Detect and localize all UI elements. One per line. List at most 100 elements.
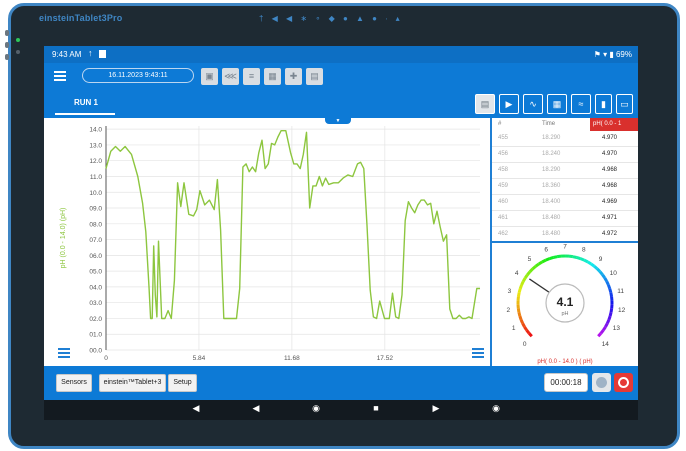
gauge-arc-segment: [521, 277, 527, 283]
x-tick-label: 17.52: [377, 355, 394, 362]
recents-icon[interactable]: ■: [369, 403, 383, 413]
gauge-arc-segment: [602, 326, 607, 332]
gauge-scale-label: 14: [602, 341, 610, 348]
cell-time: 18.240: [542, 151, 561, 157]
device-button[interactable]: einstein™Tablet+3: [99, 374, 166, 392]
gauge-arc-segment: [605, 319, 611, 324]
x-tick-label: 11.68: [284, 355, 300, 362]
y-tick-label: 01.0: [89, 332, 102, 339]
gauge-arc-segment: [541, 258, 547, 264]
y-tick-label: 11.0: [90, 174, 103, 181]
gauge-arc-segment: [528, 267, 534, 273]
meter-view-button[interactable]: ▤: [475, 94, 495, 114]
status-bar: 9:43 AM ↑ ⚑ ▾ ▮ 69%: [44, 46, 638, 63]
gauge-arc-segment: [609, 308, 614, 313]
gauge-scale-label: 13: [613, 325, 621, 332]
document-view-button[interactable]: ▭: [616, 94, 633, 114]
wifi-view-button[interactable]: ≈: [571, 94, 591, 114]
y-tick-label: 02.0: [89, 316, 102, 323]
cell-time: 18.480: [542, 231, 561, 237]
save-button[interactable]: ▣: [201, 68, 218, 85]
graph-view-button[interactable]: ∿: [523, 94, 543, 114]
gauge-arc-segment: [605, 280, 610, 286]
status-leds: [16, 38, 24, 62]
cell-index: 461: [498, 215, 509, 221]
gauge-arc-segment: [523, 326, 528, 332]
record-off-button[interactable]: [592, 373, 611, 392]
export-button[interactable]: ▦: [264, 68, 281, 85]
gauge-arc-segment: [534, 262, 540, 268]
sensors-button[interactable]: Sensors: [56, 374, 92, 392]
gauge-arc-segment: [593, 265, 599, 270]
table-row[interactable]: 461 18.480 4.971: [492, 211, 638, 227]
back-icon[interactable]: ◀: [249, 403, 263, 414]
run-datetime[interactable]: 16.11.2023 9:43:11: [82, 68, 194, 83]
share-button[interactable]: ⋘: [222, 68, 239, 85]
camera-view-button[interactable]: ▶: [499, 94, 519, 114]
gauge-arc-segment: [596, 267, 602, 273]
cell-ph: 4.969: [602, 199, 618, 205]
gauge-arc-segment: [518, 315, 523, 321]
tab-underline: [55, 113, 115, 115]
clipboard-button[interactable]: ▤: [306, 68, 323, 85]
gauge-arc-segment: [597, 332, 603, 338]
cell-index: 462: [498, 231, 509, 237]
gauge-label: pH( 0.0 - 14.0 ) ( pH): [537, 359, 592, 365]
table-header-ph[interactable]: pH( 0.0 - 1: [590, 118, 638, 131]
layers-button[interactable]: ≡: [243, 68, 260, 85]
gauge-arc-segment: [604, 322, 609, 328]
gauge-scale-label: 1: [512, 325, 516, 332]
elapsed-timer: 00:00:18: [544, 373, 588, 392]
notebook-view-button[interactable]: ▮: [595, 94, 612, 114]
top-toolbar: 16.11.2023 9:43:11 ▣ ⋘ ≡ ▦ ✚ ▤: [44, 63, 638, 91]
gauge-arc-segment: [516, 308, 521, 313]
gauge-scale-label: 2: [507, 307, 511, 314]
x-tick-label: 0: [104, 355, 108, 362]
gauge-arc-segment: [538, 260, 544, 266]
table-view-button[interactable]: ▦: [547, 94, 567, 114]
gauge-arc-segment: [521, 322, 526, 328]
ph-gauge: 0123456 7 8910111213144.1pHpH( 0.0 - 14.0 …: [507, 244, 626, 366]
status-time: 9:43 AM: [52, 50, 82, 59]
gauge-arc-segment: [518, 284, 523, 290]
side-buttons: [5, 30, 9, 66]
setup-button[interactable]: Setup: [168, 374, 197, 392]
y-tick-label: 00.0: [89, 348, 102, 355]
ph-line-chart[interactable]: 00.0 01.0 02.0 03.0 04.0 05.0 06.0 07.0 08.0 09.0…: [44, 118, 490, 366]
cell-ph: 4.970: [602, 151, 618, 157]
app-screen: 9:43 AM ↑ ⚑ ▾ ▮ 69% 16.11.2023 9:43:11 ▣…: [44, 46, 638, 400]
collapse-panel-button[interactable]: ▼: [325, 118, 351, 124]
gauge-scale-label: 5: [528, 256, 532, 263]
gauge-arc-segment: [523, 273, 529, 279]
gauge-arc-segment: [517, 311, 522, 317]
table-row[interactable]: 456 18.240 4.970: [492, 147, 638, 163]
chart-right-menu-icon[interactable]: [472, 348, 484, 358]
graph-panel[interactable]: 00.0 01.0 02.0 03.0 04.0 05.0 06.0 07.0 08.0 09.0…: [44, 118, 490, 398]
table-row[interactable]: 455 18.290 4.970: [492, 131, 638, 147]
gauge-unit: pH: [561, 311, 568, 317]
cell-index: 459: [498, 183, 509, 189]
y-tick-label: 12.0: [89, 158, 102, 165]
tab-run-1[interactable]: RUN 1: [47, 91, 125, 118]
gauge-arc-segment: [608, 288, 613, 293]
gauge-scale-label: 11: [617, 288, 624, 295]
gauge-arc-segment: [590, 262, 596, 268]
menu-icon[interactable]: [54, 71, 66, 81]
cell-ph: 4.971: [602, 215, 618, 221]
add-button[interactable]: ✚: [285, 68, 302, 85]
table-row[interactable]: 458 18.290 4.968: [492, 163, 638, 179]
table-row[interactable]: 460 18.400 4.969: [492, 195, 638, 211]
record-stop-button[interactable]: [614, 373, 633, 392]
table-header-time: Time: [542, 121, 556, 127]
chart-left-menu-icon[interactable]: [58, 348, 70, 358]
y-tick-label: 04.0: [89, 284, 102, 291]
volume-down-icon[interactable]: ◀: [189, 403, 203, 414]
android-nav-bar: ◀ ◀ ◉ ■ ▶ ◉: [44, 400, 638, 420]
gauge-arc-segment: [603, 277, 609, 283]
home-icon[interactable]: ◉: [309, 403, 323, 414]
table-row[interactable]: 459 18.360 4.968: [492, 179, 638, 195]
gauge-scale-label: 12: [618, 307, 626, 314]
cell-time: 18.480: [542, 215, 561, 221]
volume-up-icon[interactable]: ▶: [429, 403, 443, 414]
screenshot-icon[interactable]: ◉: [489, 403, 503, 414]
